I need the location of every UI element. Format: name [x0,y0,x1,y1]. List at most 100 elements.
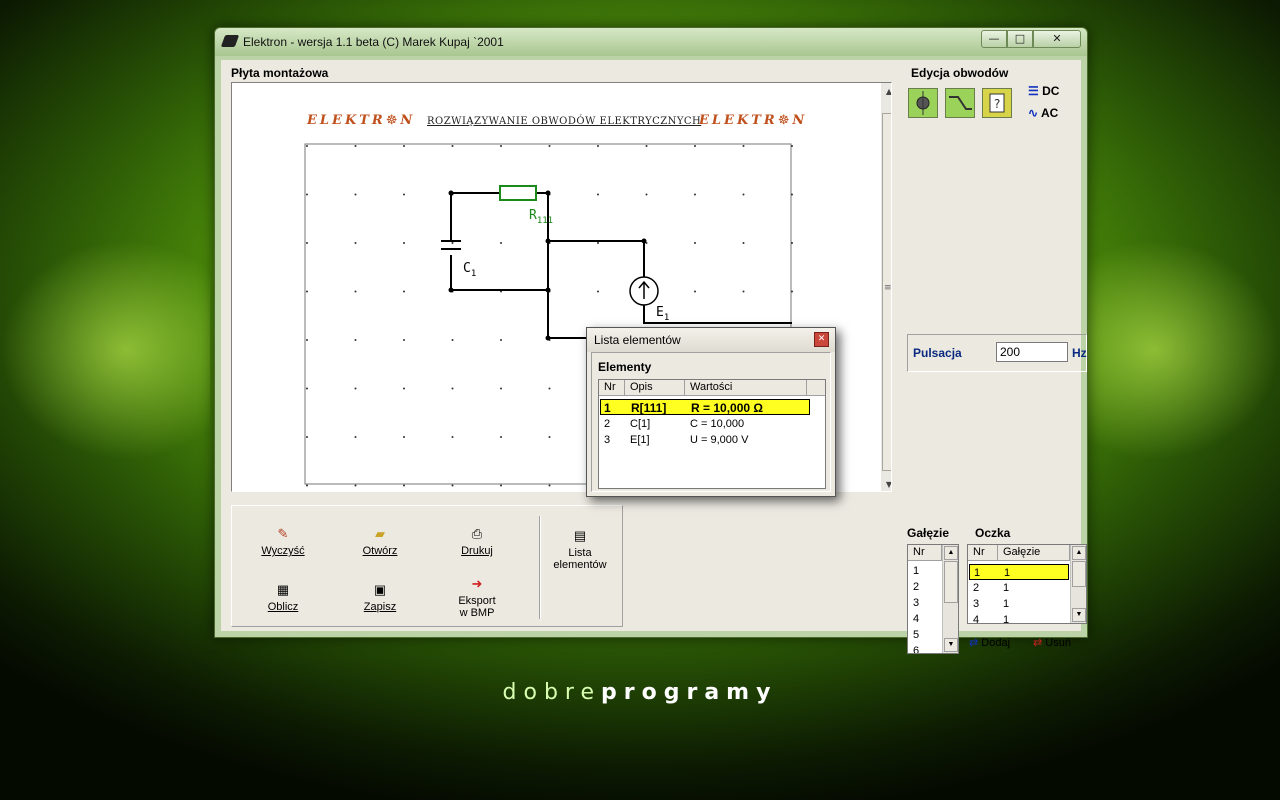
grid-dot [548,484,551,487]
scroll-thumb[interactable] [1072,561,1086,587]
grid-dot [500,484,502,487]
minimize-button[interactable]: — [981,30,1007,48]
table-row-selected[interactable]: 1 R[111] R = 10,000 Ω [600,399,810,415]
grid-dot [354,484,357,487]
grid-dot [403,339,405,341]
grid-dot [354,436,357,438]
grid-dot [403,193,405,196]
meshes-scrollbar[interactable]: ▲ ▼ [1070,545,1086,623]
scroll-up-arrow-icon[interactable]: ▲ [944,546,958,560]
open-button[interactable]: ▰ Otwórz [335,526,425,557]
meshes-list[interactable]: Nr Gałęzie 11 21 31 41 ▲ ▼ [967,544,1087,624]
grid-dot [694,242,696,244]
e1-label: E1 [656,305,669,323]
grid-dot [451,145,454,147]
grid-dot [354,339,357,341]
grid-dot [742,193,745,196]
r111-label: R111 [529,208,553,226]
grid-dot [791,290,793,293]
branches-scrollbar[interactable]: ▲ ▼ [942,545,958,653]
resistor-r111 [499,185,537,201]
print-button[interactable]: ⎙ Drukuj [432,526,522,557]
col-opis[interactable]: Opis [625,380,685,396]
table-row-selected[interactable]: 11 [969,564,1069,580]
scroll-down-arrow-icon[interactable]: ▼ [944,638,958,652]
floppy-disk-icon: ▣ [373,582,387,597]
grid-dot [500,436,502,438]
grid-dot [791,145,793,147]
branches-label: Gałęzie [907,526,950,540]
dc-mode-toggle[interactable]: ☰ DC [1028,84,1059,98]
col-wartosci[interactable]: Wartości [685,380,807,396]
node-tool-icon[interactable] [908,88,938,118]
grid-dot [306,484,308,487]
elements-table[interactable]: Nr Opis Wartości 1 R[111] R = 10,000 Ω 2… [598,379,826,489]
board-vertical-scrollbar[interactable]: ▲ ≡ ▼ [881,83,891,491]
pulsacja-panel: Pulsacja 200 Hz [907,334,1087,372]
branch-tool-icon[interactable] [945,88,975,118]
scroll-down-arrow-icon[interactable]: ▼ [883,480,891,489]
ac-icon: ∿ [1028,106,1039,120]
branches-col-nr[interactable]: Nr [908,545,942,561]
grid-dot [500,387,502,390]
grid-dot [742,145,745,147]
grid-dot [597,193,599,196]
grid-dot [645,145,648,147]
dialog-title-bar[interactable]: Lista elementów [587,328,835,352]
c1-label: C1 [463,261,476,279]
grid-dot [548,145,551,147]
remove-mesh-button[interactable]: ⇄ Usuń [1033,636,1089,649]
title-bar[interactable]: Elektron - wersja 1.1 beta (C) Marek Kup… [215,28,1087,56]
col-nr[interactable]: Nr [599,380,625,396]
grid-dot [403,145,405,147]
dc-icon: ☰ [1028,84,1039,98]
dobreprogramy-logo: dobreprogramy [502,680,778,705]
scroll-down-arrow-icon[interactable]: ▼ [1072,608,1086,622]
branches-list[interactable]: Nr 1 2 3 4 5 6 ▲ ▼ [907,544,959,654]
table-row[interactable]: 3 E[1] U = 9,000 V [599,432,825,448]
grid-dot [354,145,357,147]
grid-dot [548,436,551,438]
save-button[interactable]: ▣ Zapisz [335,582,425,613]
scroll-up-arrow-icon[interactable]: ▲ [1072,546,1086,560]
grid-dot [403,436,405,438]
ac-mode-toggle[interactable]: ∿ AC [1028,106,1058,120]
grid-dot [306,145,308,147]
table-row[interactable]: 21 [968,580,1086,596]
dialog-title: Lista elementów [594,333,681,347]
maximize-button[interactable]: □ [1007,30,1033,48]
grid-dot [306,436,308,438]
compute-button[interactable]: ▦ Oblicz [238,582,328,613]
scroll-thumb[interactable] [944,561,958,603]
pulsacja-label: Pulsacja [913,346,962,360]
pulsacja-input[interactable]: 200 [996,342,1068,362]
grid-dot [403,290,405,293]
remove-icon: ⇄ [1033,637,1043,649]
grid-dot [306,193,308,196]
grid-dot [403,484,405,487]
scroll-up-arrow-icon[interactable]: ▲ [883,87,891,96]
meshes-col-branches[interactable]: Gałęzie [998,545,1070,561]
close-button[interactable]: ✕ [1033,30,1081,48]
table-row[interactable]: 31 [968,596,1086,612]
brush-icon: ✎ [277,526,289,541]
meshes-col-nr[interactable]: Nr [968,545,998,561]
add-icon: ⇄ [969,637,979,649]
table-row[interactable]: 41 [968,612,1086,623]
grid-dot [451,339,454,341]
grid-dot [451,242,454,244]
help-tool-icon[interactable]: ? [982,88,1012,118]
elements-section-label: Elementy [598,360,652,374]
dialog-close-icon[interactable]: ✕ [814,332,829,347]
clear-button[interactable]: ✎ Wyczyść [238,526,328,557]
add-mesh-button[interactable]: ⇄ Dodaj [969,636,1025,649]
grid-dot [597,145,599,147]
grid-dot [548,387,551,390]
grid-dot [597,290,599,293]
table-row[interactable]: 2 C[1] C = 10,000 [599,416,825,432]
export-bmp-button[interactable]: ➜ Eksport w BMP [432,576,522,619]
grid-dot [694,290,696,293]
grid-dot [694,145,696,147]
element-list-button[interactable]: ▤ Lista elementów [535,528,625,571]
grid-dot [500,242,502,244]
